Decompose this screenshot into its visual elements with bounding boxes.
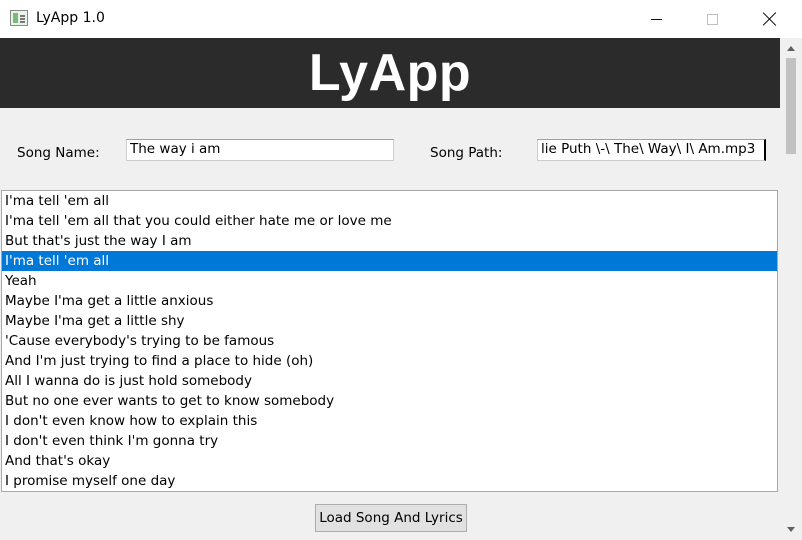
- app-header: LyApp: [0, 38, 780, 108]
- song-path-input[interactable]: lie Puth \-\ The\ Way\ I\ Am.mp3: [537, 139, 766, 161]
- vertical-scrollbar[interactable]: [780, 38, 802, 540]
- load-song-button[interactable]: Load Song And Lyrics: [315, 504, 467, 532]
- lyric-line[interactable]: I don't even think I'm gonna try: [2, 431, 777, 451]
- lyric-line[interactable]: I'ma tell 'em all that you could either …: [2, 211, 777, 231]
- lyric-line[interactable]: But no one ever wants to get to know som…: [2, 391, 777, 411]
- app-icon: [10, 10, 28, 26]
- lyric-line[interactable]: All I wanna do is just hold somebody: [2, 371, 777, 391]
- close-icon: [763, 12, 777, 26]
- app-window-body: LyApp Song Name: The way i am Song Path:…: [0, 38, 780, 540]
- lyric-line[interactable]: Yeah: [2, 271, 777, 291]
- title-bar: LyApp 1.0: [0, 0, 802, 38]
- song-path-label: Song Path:: [430, 145, 503, 161]
- close-button[interactable]: [747, 0, 793, 38]
- lyric-line[interactable]: I don't even know how to explain this: [2, 411, 777, 431]
- lyric-line[interactable]: And that's okay: [2, 451, 777, 471]
- scroll-down-icon[interactable]: [780, 520, 802, 540]
- minimize-icon: [650, 18, 662, 20]
- maximize-icon: [706, 13, 718, 25]
- lyric-line-selected[interactable]: I'ma tell 'em all: [2, 251, 777, 271]
- lyric-line[interactable]: I'ma tell 'em all: [2, 191, 777, 211]
- lyric-line[interactable]: But that's just the way I am: [2, 231, 777, 251]
- lyric-line[interactable]: And I'm just trying to find a place to h…: [2, 351, 777, 371]
- maximize-button[interactable]: [689, 0, 735, 38]
- lyric-line[interactable]: I promise myself one day: [2, 471, 777, 491]
- scrollbar-thumb[interactable]: [786, 58, 796, 154]
- minimize-button[interactable]: [633, 0, 679, 38]
- song-name-input[interactable]: The way i am: [126, 139, 394, 161]
- lyric-line[interactable]: Maybe I'ma get a little anxious: [2, 291, 777, 311]
- app-title: LyApp: [308, 44, 472, 102]
- lyric-line[interactable]: 'Cause everybody's trying to be famous: [2, 331, 777, 351]
- lyrics-list[interactable]: I'ma tell 'em all I'ma tell 'em all that …: [1, 190, 778, 492]
- lyric-line[interactable]: Maybe I'ma get a little shy: [2, 311, 777, 331]
- scroll-up-icon[interactable]: [780, 38, 802, 58]
- song-name-label: Song Name:: [17, 145, 100, 161]
- window-title: LyApp 1.0: [36, 10, 105, 26]
